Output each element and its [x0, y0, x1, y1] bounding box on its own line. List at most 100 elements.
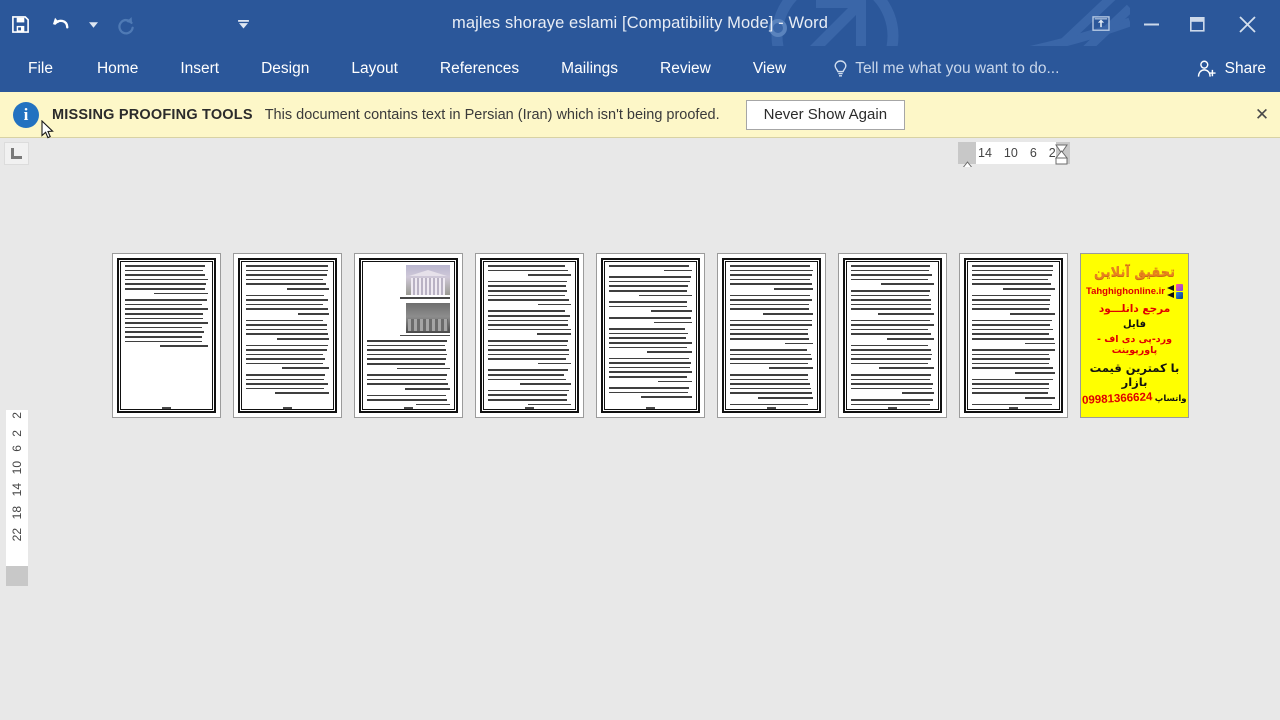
paragraph — [488, 265, 571, 276]
page-border — [117, 258, 216, 413]
tab-home[interactable]: Home — [97, 46, 138, 92]
text-line — [609, 305, 687, 308]
paragraph — [972, 349, 1055, 374]
page-thumbnail[interactable] — [233, 253, 342, 418]
never-show-again-button[interactable]: Never Show Again — [745, 99, 906, 130]
ad-download-line: مرجع دانلـــود — [1098, 303, 1171, 316]
text-line — [125, 274, 205, 276]
text-line — [488, 280, 568, 283]
text-line — [762, 312, 813, 315]
paragraph — [609, 387, 692, 399]
customize-quick-access-toolbar-button[interactable] — [230, 5, 256, 45]
text-line — [367, 362, 446, 365]
text-line — [972, 362, 1049, 365]
undo-dropdown-arrow[interactable] — [80, 5, 106, 45]
text-line — [851, 358, 932, 360]
left-tab-stop-icon — [11, 148, 22, 159]
text-line — [246, 265, 329, 267]
page-thumbnail[interactable] — [838, 253, 947, 418]
message-bar-close-icon[interactable]: ✕ — [1250, 103, 1274, 127]
text-line — [286, 287, 329, 290]
window-controls — [1074, 0, 1280, 48]
restore-button[interactable] — [1174, 1, 1220, 47]
tab-view[interactable]: View — [753, 46, 786, 92]
text-line — [972, 337, 1055, 340]
tab-layout[interactable]: Layout — [351, 46, 398, 92]
page-thumbnail[interactable] — [959, 253, 1068, 418]
undo-button[interactable] — [40, 5, 80, 45]
info-icon: i — [13, 101, 39, 128]
redo-button[interactable] — [106, 5, 146, 45]
vruler-tick-18: 18 — [10, 505, 24, 520]
tab-file[interactable]: File — [28, 46, 53, 92]
text-line — [609, 387, 689, 389]
text-line — [730, 383, 811, 385]
text-line — [972, 349, 1055, 351]
tab-design[interactable]: Design — [261, 46, 309, 92]
paragraph — [609, 265, 692, 272]
page-thumbnail[interactable] — [717, 253, 826, 418]
text-line — [246, 333, 329, 335]
tab-references[interactable]: References — [440, 46, 519, 92]
vruler-tick-22: 22 — [10, 528, 24, 542]
tab-insert[interactable]: Insert — [180, 46, 219, 92]
paragraph — [730, 349, 813, 370]
message-bar-text: This document contains text in Persian (… — [264, 106, 720, 123]
document-canvas[interactable] — [0, 167, 1280, 720]
save-button[interactable] — [0, 5, 40, 45]
text-line — [609, 371, 692, 374]
page-thumbnail[interactable] — [475, 253, 584, 418]
message-bar-heading: MISSING PROOFING TOOLS — [52, 106, 253, 123]
close-button[interactable] — [1220, 1, 1274, 47]
text-line — [488, 344, 567, 347]
text-line — [972, 278, 1049, 281]
vruler-tick-top-2: 2 — [10, 412, 24, 419]
text-line — [851, 344, 929, 347]
ribbon-display-options-button[interactable] — [1074, 1, 1128, 47]
paragraph — [367, 374, 450, 390]
text-line — [851, 383, 933, 385]
text-line — [663, 269, 692, 272]
paragraph — [730, 294, 813, 315]
horizontal-ruler[interactable]: 14 10 6 2 — [0, 139, 1280, 170]
page-content — [609, 265, 692, 406]
vruler-tick-10: 10 — [10, 461, 24, 475]
text-line — [246, 324, 328, 326]
text-line — [653, 321, 692, 324]
text-line — [125, 283, 206, 285]
paragraph — [851, 265, 934, 285]
text-line — [609, 362, 692, 364]
text-line — [125, 308, 208, 310]
page-number — [240, 407, 335, 409]
ruler-tick-labels: 14 10 6 2 — [978, 142, 1056, 164]
text-line — [609, 289, 687, 292]
page-thumbnail[interactable] — [112, 253, 221, 418]
ad-phone: 09981366624 — [1082, 390, 1154, 407]
text-line — [640, 396, 692, 399]
minimize-button[interactable] — [1128, 1, 1174, 47]
tab-stop-selector-button[interactable] — [4, 142, 29, 165]
tab-review[interactable]: Review — [660, 46, 711, 92]
share-button[interactable]: Share — [1197, 46, 1266, 92]
page-thumbnail[interactable] — [354, 253, 463, 418]
tell-me-search[interactable]: Tell me what you want to do... — [834, 60, 1059, 78]
ruler-tick-10: 10 — [1003, 146, 1018, 160]
paragraph — [488, 369, 571, 385]
text-line — [160, 345, 208, 347]
text-line — [125, 278, 208, 281]
text-line — [246, 308, 328, 310]
page-thumbnail[interactable]: تحقیق آنلاین Tahghighonline.ir مرجع دانلــ… — [1080, 253, 1189, 418]
page-number — [603, 407, 698, 409]
ad-arrow-icon — [1166, 284, 1174, 298]
paragraph — [246, 319, 329, 340]
ruler-tick-14: 14 — [978, 146, 992, 160]
text-line — [274, 392, 329, 395]
tab-mailings[interactable]: Mailings — [561, 46, 618, 92]
text-line — [1009, 312, 1055, 315]
vruler-tick-6: 6 — [10, 445, 24, 453]
page-thumbnail[interactable] — [596, 253, 705, 418]
text-line — [851, 265, 930, 267]
paragraph — [972, 378, 1055, 399]
text-line — [879, 367, 934, 370]
text-line — [609, 280, 690, 283]
